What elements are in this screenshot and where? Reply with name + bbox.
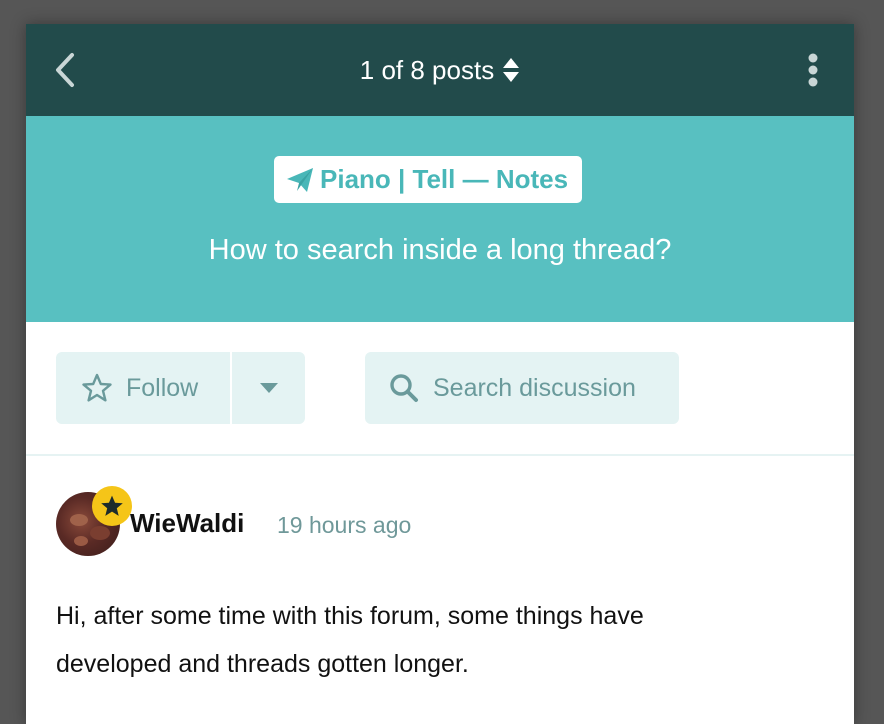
post-timestamp[interactable]: 19 hours ago — [277, 512, 411, 539]
post-body-line: developed and threads gotten longer. — [56, 650, 469, 678]
search-icon — [390, 374, 418, 402]
discussion-actions: Follow Search discussion — [26, 322, 854, 456]
follow-button-group: Follow — [56, 352, 305, 424]
post-position-selector[interactable]: 1 of 8 posts — [26, 24, 854, 116]
star-badge-icon — [92, 486, 132, 526]
app-window: 1 of 8 posts Piano | Tell — Notes How to… — [26, 24, 854, 724]
post-author[interactable]: WieWaldi — [130, 508, 244, 539]
post-body-line: Hi, after some time with this forum, som… — [56, 602, 644, 630]
post-position-label: 1 of 8 posts — [359, 54, 495, 85]
search-discussion-label: Search discussion — [433, 373, 636, 402]
discussion-header: Piano | Tell — Notes How to search insid… — [26, 116, 854, 322]
follow-label: Follow — [126, 373, 199, 402]
post-item: WieWaldi 19 hours ago Hi, after some tim… — [26, 456, 854, 724]
paper-plane-icon — [287, 167, 313, 192]
follow-button[interactable]: Follow — [56, 352, 230, 424]
star-outline-icon — [82, 373, 112, 402]
post-body: Hi, after some time with this forum, som… — [56, 592, 816, 688]
vertical-ellipsis-icon — [808, 53, 818, 87]
discussion-title: How to search inside a long thread? — [208, 234, 672, 266]
caret-down-icon — [259, 383, 278, 393]
top-bar: 1 of 8 posts — [26, 24, 854, 116]
follow-options-dropdown[interactable] — [232, 352, 305, 424]
search-discussion-button[interactable]: Search discussion — [365, 352, 679, 424]
more-options-button[interactable] — [798, 50, 828, 90]
sort-updown-icon — [502, 57, 520, 83]
tag-label: Piano | Tell — Notes — [320, 164, 569, 194]
tag-badge[interactable]: Piano | Tell — Notes — [274, 156, 583, 203]
